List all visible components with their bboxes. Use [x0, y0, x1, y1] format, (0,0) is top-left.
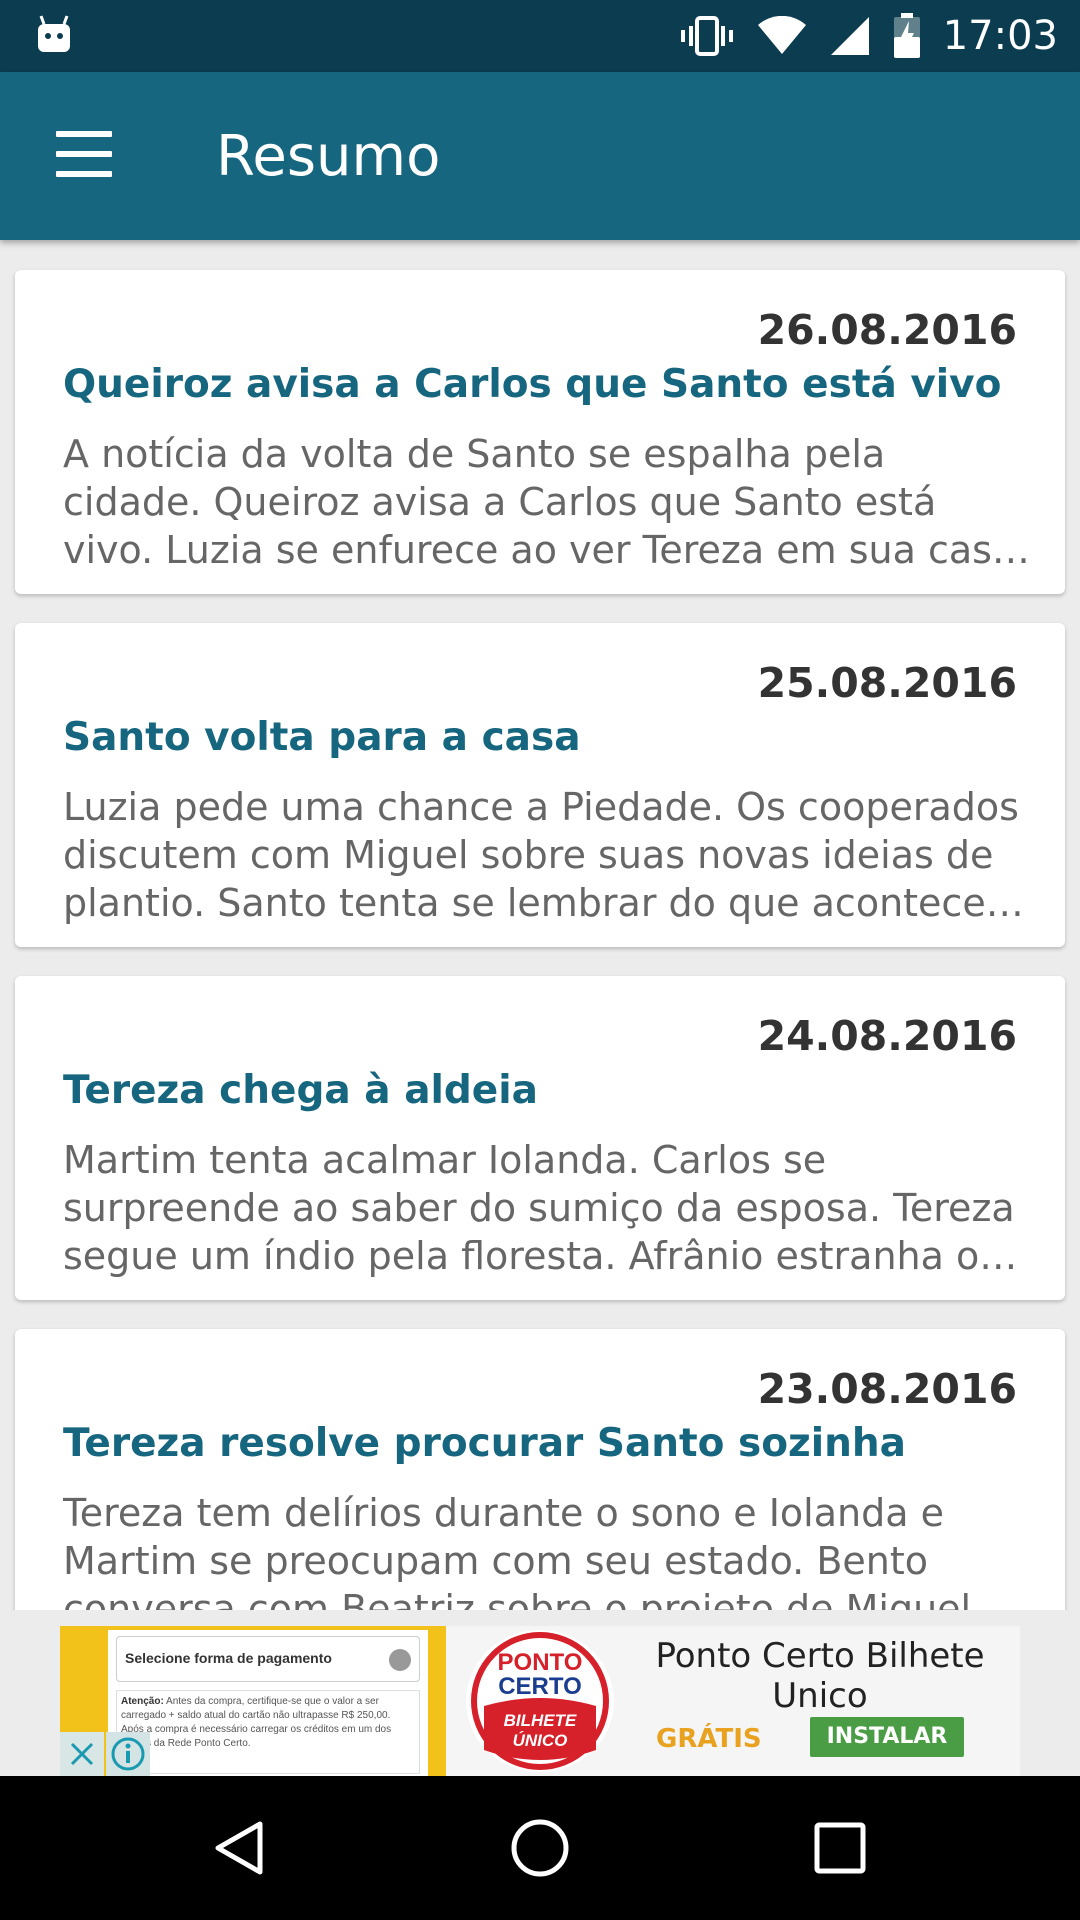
ad-price: GRÁTIS: [656, 1724, 762, 1754]
summary-title: Tereza resolve procurar Santo sozinha: [63, 1421, 906, 1466]
ad-controls: [60, 1732, 152, 1776]
info-icon[interactable]: [106, 1732, 150, 1776]
android-robot-icon: [38, 15, 70, 52]
wifi-icon: [757, 16, 806, 54]
signal-icon: [830, 17, 869, 55]
back-icon[interactable]: [200, 1808, 280, 1888]
summary-title: Tereza chega à aldeia: [63, 1068, 538, 1113]
install-button[interactable]: INSTALAR: [810, 1717, 964, 1757]
ad-banner[interactable]: Selecione forma de pagamento Atenção: An…: [60, 1626, 1020, 1776]
ad-screenshot-note: Atenção: Antes da compra, certifique-se …: [116, 1690, 420, 1774]
close-icon[interactable]: [60, 1732, 104, 1776]
summary-card[interactable]: 25.08.2016 Santo volta para a casa Luzia…: [15, 623, 1065, 947]
status-time: 17:03: [942, 13, 1058, 59]
svg-text:PONTO: PONTO: [498, 1649, 583, 1676]
battery-charging-icon: [893, 13, 920, 58]
summary-card[interactable]: 23.08.2016 Tereza resolve procurar Santo…: [15, 1329, 1065, 1610]
summary-title: Queiroz avisa a Carlos que Santo está vi…: [63, 362, 1002, 407]
summary-title: Santo volta para a casa: [63, 715, 581, 760]
summary-date: 25.08.2016: [757, 659, 1017, 707]
recents-icon[interactable]: [800, 1808, 880, 1888]
summary-text: Martim tenta acalmar Iolanda. Carlos se …: [63, 1138, 1015, 1278]
navigation-bar: [0, 1776, 1080, 1920]
page-title: Resumo: [216, 124, 441, 189]
status-bar: 17:03: [0, 0, 1080, 72]
summary-card[interactable]: 26.08.2016 Queiroz avisa a Carlos que Sa…: [15, 270, 1065, 594]
summary-list[interactable]: 26.08.2016 Queiroz avisa a Carlos que Sa…: [0, 240, 1080, 1610]
vibrate-icon: [680, 16, 733, 56]
summary-card[interactable]: 24.08.2016 Tereza chega à aldeia Martim …: [15, 976, 1065, 1300]
summary-text: A notícia da volta de Santo se espalha p…: [63, 432, 1028, 572]
svg-text:CERTO: CERTO: [498, 1673, 582, 1700]
summary-date: 23.08.2016: [757, 1365, 1017, 1413]
summary-date: 26.08.2016: [757, 306, 1017, 354]
svg-text:ÚNICO: ÚNICO: [513, 1731, 568, 1750]
summary-text: Tereza tem delírios durante o sono e Iol…: [63, 1491, 972, 1610]
ponto-certo-logo: PONTO CERTO BILHETE ÚNICO: [466, 1630, 614, 1772]
svg-text:BILHETE: BILHETE: [504, 1711, 577, 1730]
summary-date: 24.08.2016: [757, 1012, 1017, 1060]
app-bar: Resumo: [0, 72, 1080, 240]
ad-screenshot-select: Selecione forma de pagamento: [116, 1636, 420, 1682]
home-icon[interactable]: [500, 1808, 580, 1888]
chevron-down-icon: [389, 1649, 411, 1671]
summary-text: Luzia pede uma chance a Piedade. Os coop…: [63, 785, 1019, 925]
ad-app-name: Ponto Certo Bilhete Unico: [655, 1636, 985, 1716]
hamburger-menu-icon[interactable]: [38, 112, 128, 196]
